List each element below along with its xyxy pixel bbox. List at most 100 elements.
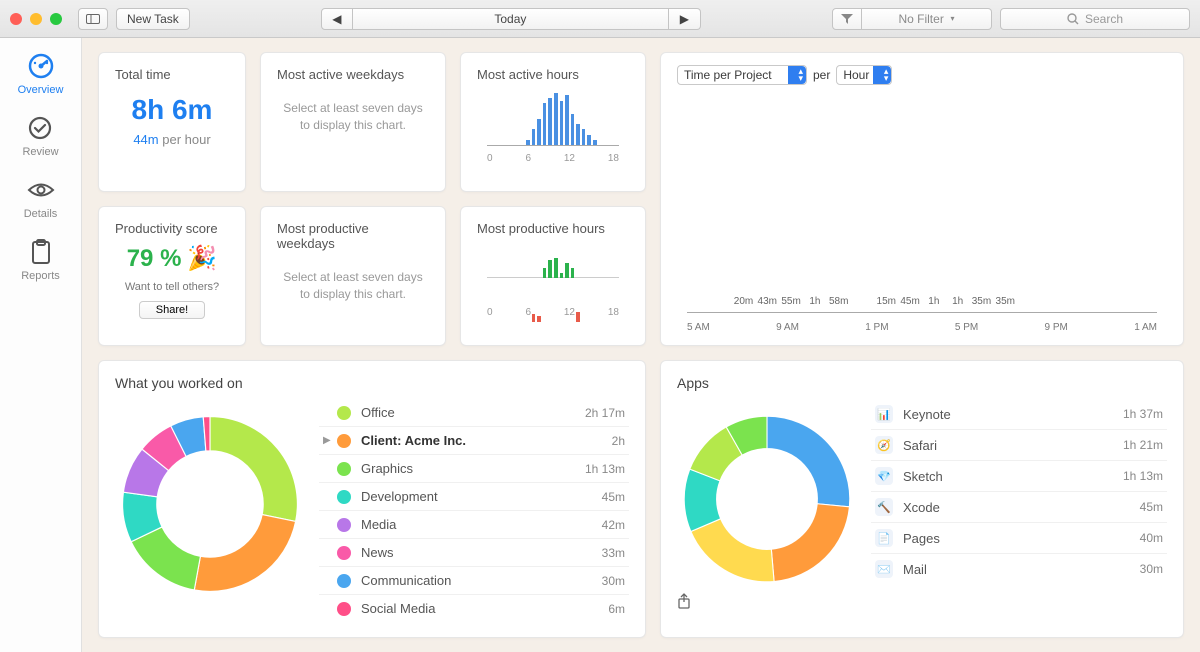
legend-value: 1h 13m bbox=[1123, 469, 1163, 483]
sidebar-item-review[interactable]: Review bbox=[22, 114, 58, 158]
legend-row[interactable]: Media42m bbox=[319, 511, 629, 539]
sidebar-item-details[interactable]: Details bbox=[24, 176, 58, 220]
content-area: Total time 8h 6m 44m per hour Most activ… bbox=[82, 38, 1200, 652]
legend-label: Communication bbox=[361, 573, 602, 588]
time-per-project-card[interactable]: Time per Project▴▾ per Hour▴▾ 20m43m55m1… bbox=[660, 52, 1184, 346]
active-weekdays-card[interactable]: Most active weekdays Select at least sev… bbox=[260, 52, 446, 192]
legend-row[interactable]: Office2h 17m bbox=[319, 399, 629, 427]
share-icon[interactable] bbox=[677, 593, 1167, 609]
legend-row[interactable]: Development45m bbox=[319, 483, 629, 511]
color-swatch-icon bbox=[337, 518, 351, 532]
legend-value: 2h 17m bbox=[585, 406, 625, 420]
legend-label: Pages bbox=[903, 531, 1140, 546]
color-swatch-icon bbox=[337, 546, 351, 560]
productivity-score-value: 79 %🎉 bbox=[115, 244, 229, 273]
sidebar-item-overview[interactable]: Overview bbox=[18, 52, 64, 96]
prev-date-button[interactable]: ◀ bbox=[321, 8, 353, 30]
productive-hours-chart: 0 6 12 18 bbox=[477, 244, 629, 322]
eye-icon bbox=[27, 176, 55, 204]
check-circle-icon bbox=[26, 114, 54, 142]
sidebar-item-reports[interactable]: Reports bbox=[21, 238, 60, 282]
new-task-button[interactable]: New Task bbox=[116, 8, 190, 30]
close-window-button[interactable] bbox=[10, 13, 22, 25]
app-icon: ✉️ bbox=[875, 560, 893, 578]
app-icon: 💎 bbox=[875, 467, 893, 485]
legend-row[interactable]: 🔨Xcode45m bbox=[871, 492, 1167, 523]
productive-hours-card[interactable]: Most productive hours 0 6 12 18 bbox=[460, 206, 646, 346]
legend-value: 30m bbox=[1140, 562, 1163, 576]
legend-value: 33m bbox=[602, 546, 625, 560]
color-swatch-icon bbox=[337, 434, 351, 448]
active-hours-card[interactable]: Most active hours 0 6 12 18 bbox=[460, 52, 646, 192]
legend-label: Mail bbox=[903, 562, 1140, 577]
legend-value: 30m bbox=[602, 574, 625, 588]
legend-label: Client: Acme Inc. bbox=[361, 433, 612, 448]
color-swatch-icon bbox=[337, 574, 351, 588]
total-time-card[interactable]: Total time 8h 6m 44m per hour bbox=[98, 52, 246, 192]
total-time-sub: 44m per hour bbox=[115, 132, 229, 147]
next-date-button[interactable]: ▶ bbox=[669, 8, 701, 30]
legend-label: Graphics bbox=[361, 461, 585, 476]
legend-value: 1h 13m bbox=[585, 462, 625, 476]
legend-value: 1h 37m bbox=[1123, 407, 1163, 421]
legend-row[interactable]: 🧭Safari1h 21m bbox=[871, 430, 1167, 461]
sidebar: Overview Review Details Reports bbox=[0, 38, 82, 652]
total-time-value: 8h 6m bbox=[115, 94, 229, 126]
card-title: Total time bbox=[115, 67, 229, 82]
legend-label: Social Media bbox=[361, 601, 608, 616]
sidebar-item-label: Overview bbox=[18, 84, 64, 96]
sidebar-item-label: Details bbox=[24, 208, 58, 220]
metric-select[interactable]: Time per Project▴▾ bbox=[677, 65, 807, 85]
share-prompt: Want to tell others? bbox=[115, 281, 229, 293]
card-title: Apps bbox=[677, 375, 1167, 391]
legend-row[interactable]: Social Media6m bbox=[319, 595, 629, 622]
apps-legend: 📊Keynote1h 37m🧭Safari1h 21m 💎 Sketch1h 13m… bbox=[871, 399, 1167, 589]
worked-on-card[interactable]: What you worked on Office2h 17m ▶ Client: … bbox=[98, 360, 646, 638]
chart-controls: Time per Project▴▾ per Hour▴▾ bbox=[677, 65, 1167, 85]
apps-donut bbox=[677, 409, 857, 589]
legend-row[interactable]: 💎 Sketch1h 13m bbox=[871, 461, 1167, 492]
legend-row[interactable]: 📄 Pages40m bbox=[871, 523, 1167, 554]
date-range-label[interactable]: Today bbox=[353, 8, 669, 30]
legend-row[interactable]: News33m bbox=[319, 539, 629, 567]
card-title: Most active weekdays bbox=[277, 67, 429, 82]
zoom-window-button[interactable] bbox=[50, 13, 62, 25]
app-icon: 🔨 bbox=[875, 498, 893, 516]
apps-card[interactable]: Apps 📊Keynote1h 37m🧭Safari1h 21m💎Sketch1… bbox=[660, 360, 1184, 638]
share-button[interactable]: Share! bbox=[139, 301, 205, 319]
search-field[interactable]: Search bbox=[1000, 8, 1190, 30]
minimize-window-button[interactable] bbox=[30, 13, 42, 25]
empty-chart-message: Select at least seven days to display th… bbox=[277, 100, 429, 134]
legend-label: News bbox=[361, 545, 602, 560]
worked-on-donut bbox=[115, 409, 305, 599]
per-label: per bbox=[813, 68, 830, 82]
filter-dropdown[interactable]: No Filter ▾ bbox=[862, 8, 992, 30]
legend-row[interactable]: ▶Client: Acme Inc.2h bbox=[319, 427, 629, 455]
filter-icon-button[interactable] bbox=[832, 8, 862, 30]
legend-row[interactable]: Communication30m bbox=[319, 567, 629, 595]
color-swatch-icon bbox=[337, 406, 351, 420]
granularity-select[interactable]: Hour▴▾ bbox=[836, 65, 892, 85]
productive-weekdays-card[interactable]: Most productive weekdays Select at least… bbox=[260, 206, 446, 346]
legend-value: 6m bbox=[608, 602, 625, 616]
legend-value: 40m bbox=[1140, 531, 1163, 545]
app-icon: 📊 bbox=[875, 405, 893, 423]
app-icon: 📄 bbox=[875, 529, 893, 547]
legend-row[interactable]: ✉️ Mail30m bbox=[871, 554, 1167, 584]
legend-value: 1h 21m bbox=[1123, 438, 1163, 452]
toggle-sidebar-button[interactable] bbox=[78, 8, 108, 30]
active-hours-chart: 0 6 12 18 bbox=[477, 90, 629, 168]
legend-row[interactable]: Graphics1h 13m bbox=[319, 455, 629, 483]
legend-value: 45m bbox=[602, 490, 625, 504]
worked-on-legend: Office2h 17m▶Client: Acme Inc.2hGraphics… bbox=[319, 399, 629, 622]
card-title: Most productive hours bbox=[477, 221, 629, 236]
disclosure-icon: ▶ bbox=[323, 435, 333, 446]
legend-row[interactable]: 📊Keynote1h 37m bbox=[871, 399, 1167, 430]
legend-label: Sketch bbox=[903, 469, 1123, 484]
card-title: What you worked on bbox=[115, 375, 629, 391]
productivity-score-card[interactable]: Productivity score 79 %🎉 Want to tell ot… bbox=[98, 206, 246, 346]
legend-label: Media bbox=[361, 517, 602, 532]
titlebar: New Task ◀ Today ▶ No Filter ▾ Search bbox=[0, 0, 1200, 38]
legend-label: Safari bbox=[903, 438, 1123, 453]
legend-label: Office bbox=[361, 405, 585, 420]
